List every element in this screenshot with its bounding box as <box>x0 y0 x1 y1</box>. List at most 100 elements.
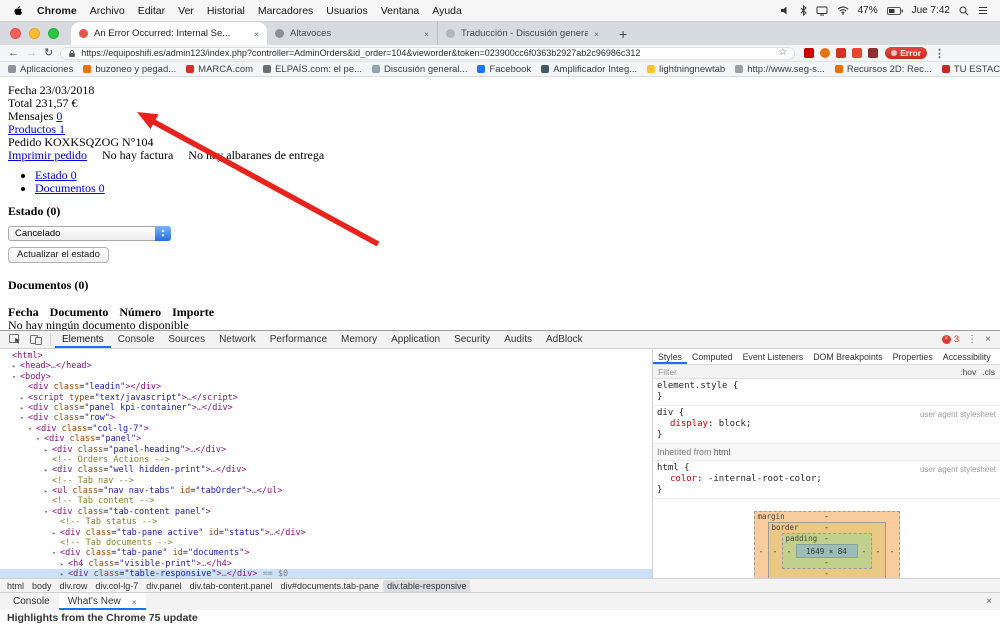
notification-center-icon[interactable] <box>978 6 988 15</box>
drawer-tab-console[interactable]: Console <box>4 593 59 610</box>
devtools-menu-icon[interactable]: ⋮ <box>967 334 977 345</box>
inherited-from-target[interactable]: html <box>714 447 731 457</box>
menu-item-historial[interactable]: Historial <box>207 5 245 17</box>
dom-tree-node[interactable]: ▸ <head>…</head> <box>0 361 652 371</box>
dom-tree-node[interactable]: <!-- Tab status --> <box>0 517 652 527</box>
expander-icon[interactable]: ▾ <box>36 434 44 444</box>
bookmark-star-icon[interactable]: ☆ <box>778 48 787 58</box>
forward-button[interactable]: → <box>26 47 37 59</box>
inspect-element-icon[interactable] <box>5 334 26 345</box>
browser-tab[interactable]: Altavoces × <box>267 22 437 45</box>
console-error-badge[interactable]: × 3 <box>941 334 959 345</box>
dom-tree-node[interactable]: ▸ <h4 class="visible-print">…</h4> <box>0 559 652 569</box>
metric-value[interactable]: - <box>755 547 768 556</box>
sidebar-tab-styles[interactable]: Styles <box>653 349 687 364</box>
metric-value[interactable]: - <box>824 534 829 543</box>
devtools-tab-console[interactable]: Console <box>111 331 162 348</box>
breadcrumb-item[interactable]: html <box>3 580 28 592</box>
style-rule[interactable]: element.style {} <box>653 379 1000 406</box>
css-property[interactable]: color: -internal-root-color; <box>657 474 996 485</box>
order-info-link[interactable]: Productos 1 <box>8 122 65 136</box>
sidebar-tab-accessibility[interactable]: Accessibility <box>938 349 996 364</box>
dom-tree-node[interactable]: <!-- Tab documents --> <box>0 538 652 548</box>
expander-icon[interactable]: ▾ <box>12 372 20 382</box>
minimize-window-button[interactable] <box>29 28 40 39</box>
dom-tree-node[interactable]: ▾ <body> <box>0 372 652 382</box>
bookmark-item[interactable]: ELPAÍS.com: el pe... <box>263 64 362 75</box>
devtools-tab-memory[interactable]: Memory <box>334 331 384 348</box>
extension-icon[interactable] <box>852 48 863 58</box>
menubar-clock[interactable]: Jue 7:42 <box>912 5 950 16</box>
dom-tree-node[interactable]: ▾ <div class="tab-content panel"> <box>0 507 652 517</box>
devtools-tab-elements[interactable]: Elements <box>55 331 111 348</box>
tab-close-icon[interactable]: × <box>424 29 429 39</box>
display-icon[interactable] <box>816 6 828 16</box>
order-info-link[interactable]: Imprimir pedido <box>8 148 87 162</box>
metric-value[interactable]: - <box>872 547 885 556</box>
metric-value[interactable]: - <box>886 547 899 556</box>
tab-close-icon[interactable]: × <box>254 29 259 39</box>
expander-icon[interactable]: ▾ <box>52 548 60 558</box>
devtools-tab-adblock[interactable]: AdBlock <box>539 331 590 348</box>
bookmark-item[interactable]: Recursos 2D: Rec... <box>834 64 932 75</box>
apple-menu-icon[interactable] <box>12 4 24 18</box>
sidebar-tab-computed[interactable]: Computed <box>687 349 738 364</box>
style-rule[interactable]: html {user agent stylesheet color: -inter… <box>653 461 1000 499</box>
content-box[interactable]: 1649 × 84 <box>795 544 858 558</box>
menu-item-ayuda[interactable]: Ayuda <box>432 5 462 17</box>
order-info-link[interactable]: 0 <box>56 109 62 123</box>
metric-value[interactable]: - <box>783 547 796 556</box>
dom-tree-node[interactable]: <div class="leadin"></div> <box>0 382 652 392</box>
breadcrumb-item[interactable]: div.tab-content.panel <box>186 580 277 592</box>
dom-tree-node[interactable]: ▸ <div class="panel-heading">…</div> <box>0 445 652 455</box>
bookmark-item[interactable]: Facebook <box>477 64 531 75</box>
expander-icon[interactable]: ▾ <box>44 507 52 517</box>
chrome-menu-icon[interactable]: ⋮ <box>934 47 945 60</box>
bookmark-item[interactable]: MARCA.com <box>186 64 253 75</box>
bookmark-item[interactable]: Aplicaciones <box>8 64 73 75</box>
volume-icon[interactable] <box>780 6 791 15</box>
extension-icon[interactable] <box>836 48 847 58</box>
breadcrumb-item[interactable]: div.row <box>56 580 92 592</box>
dom-tree-node[interactable]: <html> <box>0 351 652 361</box>
tab-close-icon[interactable]: × <box>594 29 599 39</box>
drawer-tab-what-s-new[interactable]: What's New × <box>58 593 146 610</box>
extension-icon[interactable] <box>820 48 831 58</box>
breadcrumb-item[interactable]: div.col-lg-7 <box>91 580 142 592</box>
extension-icon[interactable] <box>804 48 815 58</box>
device-toolbar-icon[interactable] <box>26 334 46 345</box>
sidebar-tab-properties[interactable]: Properties <box>888 349 938 364</box>
breadcrumb-item[interactable]: div.table-responsive <box>383 579 471 592</box>
css-property[interactable]: display: block; <box>657 419 996 430</box>
browser-tab[interactable]: An Error Occurred: Internal Se... × <box>71 22 267 45</box>
expander-icon[interactable]: ▾ <box>20 413 28 423</box>
menu-item-marcadores[interactable]: Marcadores <box>258 5 313 17</box>
expander-icon[interactable]: ▸ <box>20 393 28 403</box>
sidebar-tab-event-listeners[interactable]: Event Listeners <box>738 349 809 364</box>
order-nav-link[interactable]: Documentos 0 <box>35 181 105 195</box>
dom-tree-node[interactable]: <!-- Tab content --> <box>0 496 652 506</box>
dom-tree-node[interactable]: <!-- Tab nav --> <box>0 476 652 486</box>
zoom-window-button[interactable] <box>48 28 59 39</box>
bluetooth-icon[interactable] <box>800 5 807 16</box>
back-button[interactable]: ← <box>8 47 19 59</box>
expander-icon[interactable]: ▸ <box>60 569 68 578</box>
styles-filter-input[interactable]: Filter <box>658 367 677 377</box>
browser-tab[interactable]: Traducción - Discusión genera... × <box>437 22 607 45</box>
expander-icon[interactable]: ▸ <box>44 486 52 496</box>
devtools-tab-network[interactable]: Network <box>212 331 263 348</box>
cls-toggle[interactable]: .cls <box>982 367 995 377</box>
expander-icon[interactable]: ▸ <box>44 445 52 455</box>
estado-select[interactable]: Cancelado ▲ ▼ <box>8 226 171 241</box>
metric-value[interactable]: - <box>769 547 782 556</box>
metric-value[interactable]: - <box>858 547 871 556</box>
style-rule[interactable]: div {user agent stylesheet display: block… <box>653 406 1000 444</box>
devtools-tab-audits[interactable]: Audits <box>497 331 539 348</box>
actualizar-estado-button[interactable]: Actualizar el estado <box>8 247 109 263</box>
drawer-close-icon[interactable]: × <box>978 596 1000 607</box>
expander-icon[interactable]: ▸ <box>52 528 60 538</box>
menu-item-archivo[interactable]: Archivo <box>90 5 125 17</box>
sidebar-tab-dom-breakpoints[interactable]: DOM Breakpoints <box>808 349 887 364</box>
border-box[interactable]: border - - padding - - 1649 × 84 - - - - <box>767 522 886 578</box>
dom-tree-node[interactable]: ▸ <script type="text/javascript">…</scrip… <box>0 393 652 403</box>
